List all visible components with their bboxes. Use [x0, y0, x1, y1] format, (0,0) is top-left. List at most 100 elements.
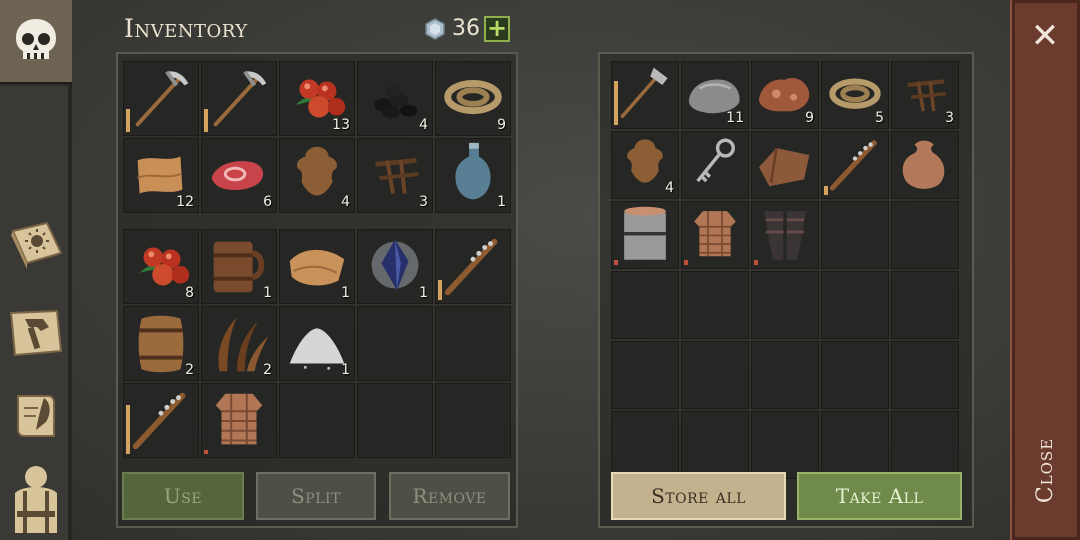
inventory-slot[interactable]: 13 [279, 61, 355, 136]
skull-icon [16, 19, 56, 59]
empty-slot[interactable] [821, 271, 889, 339]
empty-slot[interactable] [611, 341, 679, 409]
sidebar-item-quests[interactable] [4, 384, 68, 448]
inventory-slot[interactable] [681, 131, 749, 199]
item-count: 1 [419, 285, 428, 301]
sidebar-item-crafting[interactable] [4, 300, 68, 364]
item-count: 6 [263, 194, 272, 210]
inventory-slot[interactable]: 11 [681, 61, 749, 129]
inventory-slot[interactable] [123, 383, 199, 458]
inventory-slot[interactable] [435, 229, 511, 304]
durability-bar [126, 108, 130, 132]
inventory-slot[interactable] [681, 201, 749, 269]
inventory-slot[interactable]: 2 [123, 306, 199, 381]
item-count: 2 [263, 362, 272, 378]
durability-bar [204, 449, 208, 454]
empty-slot[interactable] [611, 411, 679, 479]
inventory-slot[interactable]: 1 [201, 229, 277, 304]
empty-slot[interactable] [279, 383, 355, 458]
inventory-slot[interactable] [201, 383, 277, 458]
store-all-button[interactable]: Store all [611, 472, 786, 520]
durability-bar [754, 260, 758, 265]
inventory-slot[interactable]: 3 [357, 138, 433, 213]
empty-slot[interactable] [891, 341, 959, 409]
close-label: Close [1033, 437, 1059, 503]
durability-bar [438, 280, 442, 300]
empty-slot[interactable] [681, 411, 749, 479]
chainmail-icon [694, 211, 736, 257]
inventory-slot[interactable]: 5 [821, 61, 889, 129]
close-button[interactable]: Close [1026, 420, 1066, 520]
empty-slot[interactable] [751, 271, 819, 339]
inventory-slot[interactable] [611, 61, 679, 129]
inventory-slot[interactable] [751, 131, 819, 199]
durability-bar [126, 405, 130, 454]
item-count: 13 [332, 117, 350, 133]
inventory-slot[interactable]: 2 [201, 306, 277, 381]
inventory-slot[interactable] [821, 131, 889, 199]
item-count: 11 [726, 110, 744, 126]
empty-slot[interactable] [821, 201, 889, 269]
split-button[interactable]: Split [256, 472, 376, 520]
inventory-slot[interactable]: 3 [891, 61, 959, 129]
sidebar [0, 0, 72, 540]
inventory-slot[interactable]: 9 [435, 61, 511, 136]
empty-slot[interactable] [681, 271, 749, 339]
durability-bar [684, 260, 688, 265]
sun-book-icon [11, 221, 63, 269]
inventory-slot[interactable]: 9 [751, 61, 819, 129]
empty-slot[interactable] [357, 383, 433, 458]
durability-bar [824, 185, 828, 195]
item-count: 3 [945, 110, 954, 126]
crafting-hammer-icon [9, 309, 63, 357]
empty-slot[interactable] [821, 341, 889, 409]
empty-slot[interactable] [751, 341, 819, 409]
empty-slot[interactable] [751, 411, 819, 479]
inventory-slot[interactable]: 6 [201, 138, 277, 213]
use-button[interactable]: Use [122, 472, 244, 520]
remove-button[interactable]: Remove [389, 472, 510, 520]
inventory-slot[interactable]: 1 [279, 229, 355, 304]
inventory-slot[interactable]: 8 [123, 229, 199, 304]
item-count: 1 [341, 285, 350, 301]
item-count: 4 [665, 180, 674, 196]
empty-slot[interactable] [681, 341, 749, 409]
empty-slot[interactable] [357, 306, 433, 381]
item-count: 8 [185, 285, 194, 301]
spiked-club-icon [132, 392, 186, 450]
item-count: 12 [176, 194, 194, 210]
empty-slot[interactable] [891, 201, 959, 269]
item-count: 2 [185, 362, 194, 378]
sidebar-item-journal[interactable] [4, 212, 68, 276]
inventory-slot[interactable] [751, 201, 819, 269]
empty-slot[interactable] [611, 271, 679, 339]
inventory-slot[interactable] [891, 131, 959, 199]
close-icon[interactable]: ✕ [1027, 18, 1063, 54]
item-count: 1 [263, 285, 272, 301]
inventory-slot[interactable]: 4 [357, 61, 433, 136]
item-count: 3 [419, 194, 428, 210]
add-gems-button[interactable]: + [484, 16, 510, 42]
inventory-slot[interactable] [201, 61, 277, 136]
inventory-slot[interactable]: 1 [279, 306, 355, 381]
empty-slot[interactable] [435, 306, 511, 381]
empty-slot[interactable] [435, 383, 511, 458]
empty-slot[interactable] [891, 271, 959, 339]
durability-bar [614, 260, 618, 265]
sidebar-item-character[interactable] [4, 462, 68, 536]
inventory-slot[interactable]: 4 [611, 131, 679, 199]
take-all-button[interactable]: Take All [797, 472, 962, 520]
leg-armor-icon [764, 211, 806, 260]
inventory-slot[interactable] [123, 61, 199, 136]
empty-slot[interactable] [821, 411, 889, 479]
inventory-slot[interactable]: 4 [279, 138, 355, 213]
sidebar-divider [68, 86, 72, 540]
inventory-slot[interactable]: 12 [123, 138, 199, 213]
inventory-grid-bottom: 8 1 1 1 2 2 1 [123, 229, 511, 458]
inventory-slot[interactable]: 1 [357, 229, 433, 304]
inventory-slot[interactable]: 1 [435, 138, 511, 213]
sidebar-item-inventory[interactable] [0, 0, 72, 84]
hatchet-icon [620, 67, 668, 119]
inventory-slot[interactable] [611, 201, 679, 269]
empty-slot[interactable] [891, 411, 959, 479]
